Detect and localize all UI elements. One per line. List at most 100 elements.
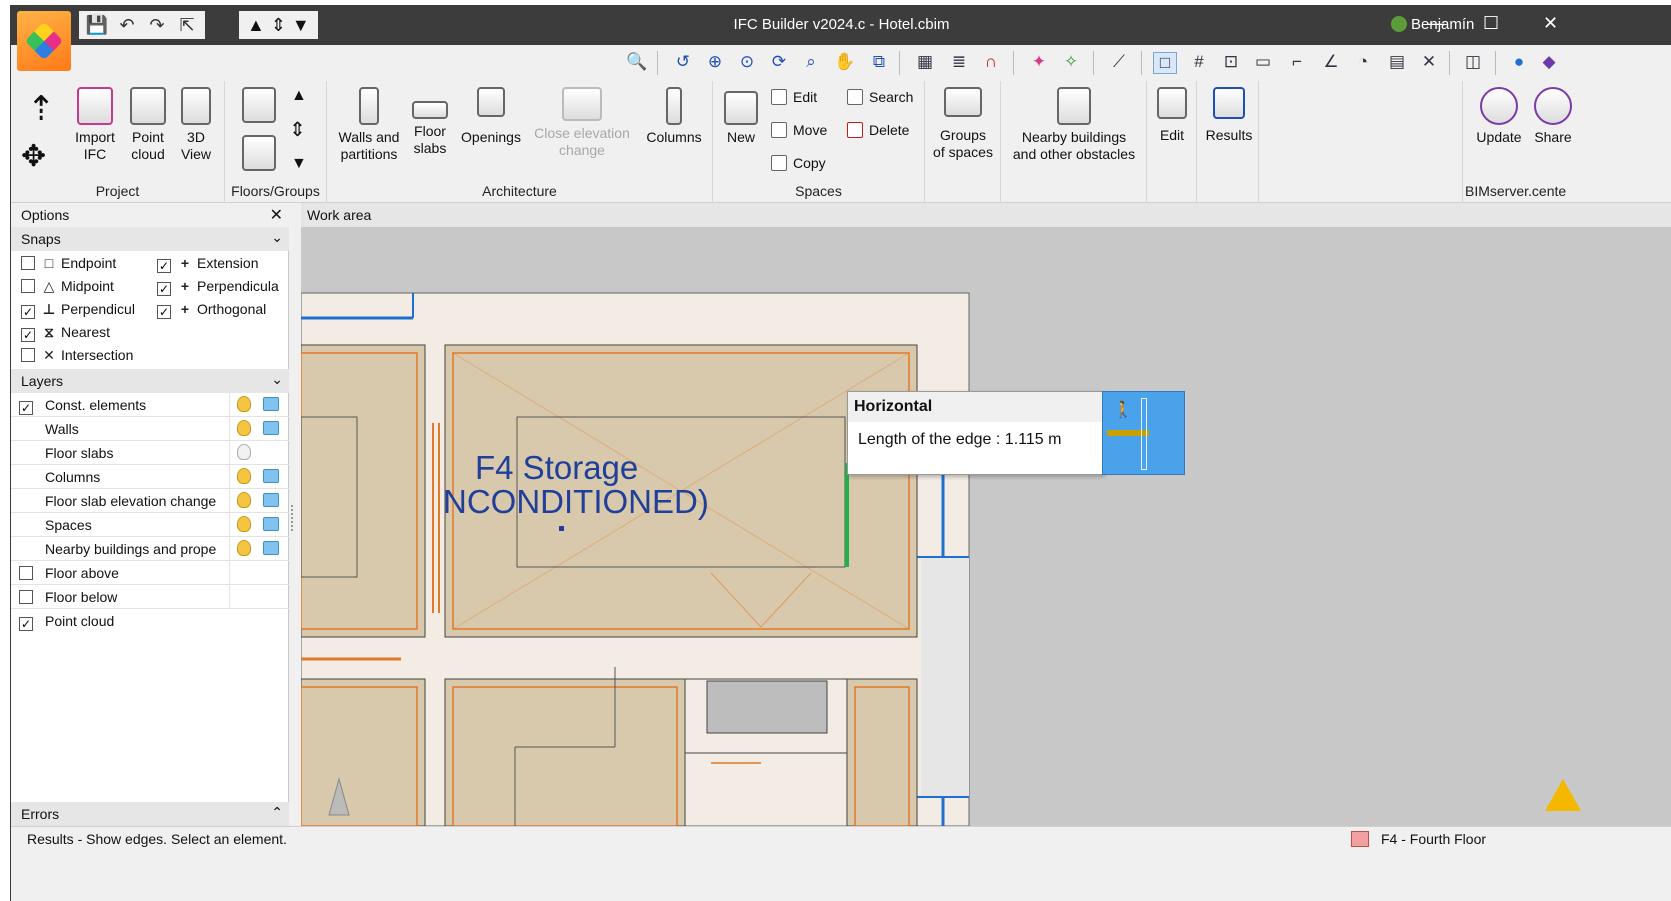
snap-nearest[interactable]: ✓ ⧖ Nearest [21, 324, 110, 342]
app-logo[interactable] [17, 11, 71, 71]
layer-point-cloud[interactable]: ✓ Point cloud [11, 609, 289, 633]
floor-up-icon[interactable]: ▲ [247, 15, 265, 36]
floors-button[interactable] [239, 87, 279, 127]
visibility-box-icon[interactable] [263, 517, 279, 531]
orbit-icon[interactable]: ◔ [1351, 52, 1375, 74]
groups-of-spaces-button[interactable]: Groups of spaces [929, 87, 997, 161]
3d-view-button[interactable]: 3D View [173, 87, 219, 163]
visibility-box-icon[interactable] [263, 469, 279, 483]
checkbox-checked[interactable]: ✓ [157, 305, 171, 319]
bulb-on-icon[interactable] [237, 492, 251, 508]
checkbox[interactable] [19, 590, 33, 604]
bulb-on-icon[interactable] [237, 540, 251, 556]
zoom-icon[interactable]: ⌕ [799, 52, 823, 74]
grid-icon[interactable]: # [1187, 52, 1211, 74]
dxf-icon[interactable]: ▦ [913, 52, 937, 74]
checkbox-checked[interactable]: ✓ [157, 282, 171, 296]
bulb-off-icon[interactable] [237, 444, 251, 460]
update-button[interactable]: Update [1467, 87, 1531, 146]
nearby-buildings-button[interactable]: Nearby buildings and other obstacles [1003, 87, 1145, 163]
edit-space-button[interactable]: Edit [771, 89, 817, 105]
visibility-box-icon[interactable] [263, 397, 279, 411]
snap-orthogonal[interactable]: ✓ + Orthogonal [157, 301, 266, 319]
close-x-icon[interactable]: ✕ [1417, 52, 1441, 74]
floor-down-icon[interactable]: ▼ [292, 15, 310, 36]
snaps-header[interactable]: Snaps ⌄ [11, 227, 289, 251]
edit-button[interactable]: Edit [1151, 87, 1193, 144]
share-button[interactable]: Share [1529, 87, 1577, 146]
floor-up-icon[interactable]: ▲ [291, 87, 307, 105]
snap-perpendicular-2[interactable]: ✓ + Perpendicula [157, 278, 289, 296]
checkbox[interactable] [21, 279, 35, 293]
snap-icon[interactable]: ⊡ [1219, 52, 1243, 74]
close-button[interactable]: ✕ [1543, 13, 1558, 34]
move-space-button[interactable]: Move [771, 122, 827, 138]
paint-icon[interactable]: ✧ [1059, 52, 1083, 74]
results-button[interactable]: Results [1201, 87, 1257, 144]
floor-slabs-button[interactable]: Floor slabs [407, 87, 453, 157]
regen-icon[interactable]: ⟳ [767, 52, 791, 74]
move-icon[interactable]: ✥ [21, 139, 46, 174]
globe-icon[interactable]: ● [1507, 52, 1531, 74]
angle-icon[interactable]: ∠ [1319, 52, 1343, 74]
copy-space-button[interactable]: Copy [771, 155, 826, 171]
checkbox-checked[interactable]: ✓ [21, 305, 35, 319]
checkbox-checked[interactable]: ✓ [157, 259, 171, 273]
chevron-down-icon[interactable]: ⌄ [271, 371, 283, 388]
export-icon[interactable]: ⇱ [175, 15, 199, 36]
delete-space-button[interactable]: Delete [847, 122, 909, 138]
minimize-button[interactable]: — [1427, 13, 1445, 34]
layers-header[interactable]: Layers ⌄ [11, 369, 289, 393]
point-cloud-button[interactable]: Point cloud [123, 87, 173, 163]
bulb-on-icon[interactable] [237, 396, 251, 412]
groups-button[interactable] [239, 135, 279, 175]
checkbox-checked[interactable]: ✓ [19, 617, 33, 631]
measure-icon[interactable]: ⟋ [1107, 52, 1131, 74]
layer-floor-slab-elevation-change[interactable]: Floor slab elevation change [11, 489, 289, 513]
import-ifc-button[interactable]: Import IFC [67, 87, 123, 163]
snap-extension[interactable]: ✓ + Extension [157, 255, 258, 273]
floor-down-icon[interactable]: ▼ [291, 155, 307, 173]
zoom-window-icon[interactable]: ⊙ [735, 52, 759, 74]
checkbox[interactable] [19, 566, 33, 580]
layer-nearby-buildings[interactable]: Nearby buildings and prope [11, 537, 289, 561]
columns-button[interactable]: Columns [639, 87, 709, 146]
close-icon[interactable]: ✕ [270, 205, 283, 225]
crop-icon[interactable]: ⌐ [1285, 52, 1309, 74]
visibility-box-icon[interactable] [263, 493, 279, 507]
scale-icon[interactable]: ▭ [1251, 52, 1275, 74]
checkbox-checked[interactable]: ✓ [19, 401, 33, 415]
chevron-up-icon[interactable]: ⌃ [271, 804, 283, 821]
save-icon[interactable]: 💾 [85, 15, 109, 36]
new-space-button[interactable]: New [717, 91, 765, 146]
box-icon[interactable]: □ [1153, 52, 1177, 74]
magnet-icon[interactable]: ∩ [979, 52, 1003, 74]
pan-icon[interactable]: ✋ [833, 52, 857, 74]
chevron-down-icon[interactable]: ⌄ [271, 229, 283, 246]
zoom-previous-icon[interactable]: ↺ [671, 52, 695, 74]
arrow-icon[interactable]: ⇡ [27, 89, 56, 129]
layer-floor-slabs[interactable]: Floor slabs [11, 441, 289, 465]
search-space-button[interactable]: Search [847, 89, 913, 105]
snap-endpoint[interactable]: □ Endpoint [21, 255, 116, 271]
calc-icon[interactable]: ▤ [1385, 52, 1409, 74]
plugin-icon[interactable]: ◆ [1537, 52, 1561, 74]
layer-walls[interactable]: Walls [11, 417, 289, 441]
snap-midpoint[interactable]: △ Midpoint [21, 278, 114, 295]
snap-perpendicular[interactable]: ✓ ⊥ Perpendicul [21, 301, 157, 319]
panel-icon[interactable]: ◫ [1461, 52, 1485, 74]
bulb-on-icon[interactable] [237, 516, 251, 532]
layer-const-elements[interactable]: ✓ Const. elements [11, 393, 289, 417]
layer-columns[interactable]: Columns [11, 465, 289, 489]
walls-button[interactable]: Walls and partitions [331, 87, 407, 163]
visibility-box-icon[interactable] [263, 541, 279, 555]
zoom-all-icon[interactable]: ⊕ [703, 52, 727, 74]
layer-floor-below[interactable]: Floor below [11, 585, 289, 609]
checkbox-checked[interactable]: ✓ [21, 328, 35, 342]
snap-intersection[interactable]: ✕ Intersection [21, 347, 133, 364]
view-icon[interactable]: ⧉ [867, 52, 891, 74]
visibility-box-icon[interactable] [263, 421, 279, 435]
layer-spaces[interactable]: Spaces [11, 513, 289, 537]
bulb-on-icon[interactable] [237, 468, 251, 484]
checkbox[interactable] [21, 348, 35, 362]
